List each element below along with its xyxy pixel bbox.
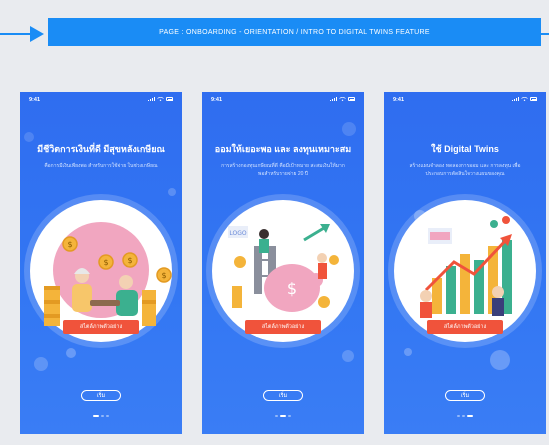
page-dot	[106, 415, 109, 417]
start-button[interactable]: เริ่ม	[81, 390, 121, 401]
screen-title: มีชีวิตการเงินที่ดี มีสุขหลังเกษียณ	[37, 144, 165, 154]
decor-bubble	[24, 132, 34, 142]
page-indicator	[202, 415, 364, 417]
arrow-left-icon	[541, 33, 549, 35]
screen-description: คือการมีเงินเพียงพอ สำหรับการใช้จ่าย ในช…	[44, 163, 158, 169]
screen-description: การสร้างกองทุนเกษียณที่ดี คือมีเป้าหมาย …	[221, 163, 345, 177]
screen-title: ออมให้เยอะพอ และ ลงทุนเหมาะสม	[214, 144, 352, 154]
signal-icon	[330, 97, 337, 101]
page-dot	[457, 415, 460, 417]
svg-text:$: $	[103, 258, 108, 267]
svg-text:$: $	[161, 271, 166, 280]
onboarding-screen-3: 9:41 ใช้ Digital Twins สร้างแผนจำลอง ทดล…	[384, 92, 546, 434]
status-time: 9:41	[29, 97, 41, 103]
wifi-icon	[521, 97, 528, 101]
start-button[interactable]: เริ่ม	[263, 390, 303, 401]
signal-icon	[148, 97, 155, 101]
battery-icon	[348, 97, 355, 101]
page-header-label: PAGE : ONBOARDING - ORIENTATION / INTRO …	[159, 28, 430, 36]
onboarding-screen-1: 9:41 มีชีวิตการเงินที่ดี มีสุขหลังเกษียณ…	[20, 92, 182, 434]
status-time: 9:41	[393, 97, 405, 103]
decor-bubble	[490, 350, 510, 370]
decor-bubble	[34, 357, 48, 371]
status-bar: 9:41	[202, 96, 364, 106]
decor-bubble	[342, 122, 356, 136]
page-indicator	[20, 415, 182, 417]
signal-icon	[512, 97, 519, 101]
page-dot	[93, 415, 99, 417]
status-time: 9:41	[211, 97, 223, 103]
svg-text:$: $	[287, 279, 297, 298]
page-dot	[467, 415, 473, 417]
arrow-right-icon	[0, 26, 44, 42]
decor-bubble	[404, 348, 412, 356]
page-dot	[101, 415, 104, 417]
page-dot	[275, 415, 278, 417]
decor-bubble	[168, 188, 176, 196]
page-indicator	[384, 415, 546, 417]
onboarding-screen-2: 9:41 ออมให้เยอะพอ และ ลงทุนเหมาะสม การสร…	[202, 92, 364, 434]
screen-description: สร้างแผนจำลอง ทดลองการออม และ การลงทุน เ…	[409, 163, 521, 177]
battery-icon	[166, 97, 173, 101]
svg-text:$: $	[67, 240, 72, 249]
page-dot	[462, 415, 465, 417]
svg-text:LOGO: LOGO	[229, 230, 247, 237]
decor-bubble	[342, 350, 354, 362]
sample-style-chip: สไตล์ภาพตัวอย่าง	[63, 320, 139, 334]
status-bar: 9:41	[20, 96, 182, 106]
decor-bubble	[66, 348, 76, 358]
page-dot	[288, 415, 291, 417]
sample-style-chip: สไตล์ภาพตัวอย่าง	[245, 320, 321, 334]
screen-title: ใช้ Digital Twins	[431, 144, 499, 154]
status-bar: 9:41	[384, 96, 546, 106]
wifi-icon	[339, 97, 346, 101]
sample-style-chip: สไตล์ภาพตัวอย่าง	[427, 320, 503, 334]
page-dot	[280, 415, 286, 417]
wifi-icon	[157, 97, 164, 101]
start-button[interactable]: เริ่ม	[445, 390, 485, 401]
svg-text:$: $	[127, 256, 132, 265]
battery-icon	[530, 97, 537, 101]
page-header: PAGE : ONBOARDING - ORIENTATION / INTRO …	[48, 18, 541, 46]
